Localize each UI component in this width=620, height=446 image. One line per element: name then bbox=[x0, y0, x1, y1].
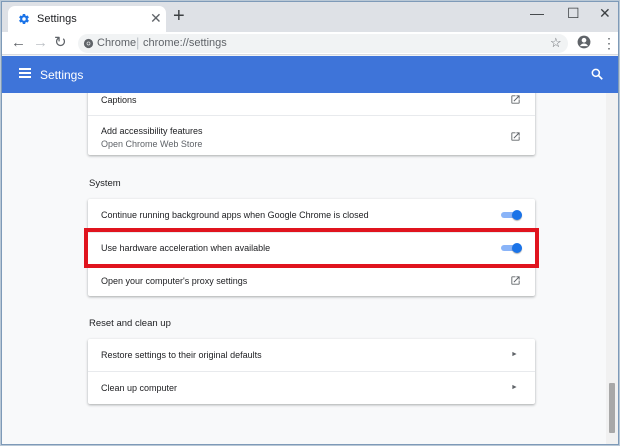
tab-settings[interactable]: Settings ✕ bbox=[8, 6, 166, 32]
bookmark-star-icon[interactable]: ☆ bbox=[550, 36, 562, 50]
new-tab-button[interactable]: + bbox=[173, 6, 185, 26]
omnibox-separator: | bbox=[136, 35, 140, 50]
browser-menu-icon[interactable]: ⋮ bbox=[602, 34, 616, 52]
settings-gear-icon bbox=[19, 14, 29, 25]
row-label: Add accessibility features bbox=[101, 126, 203, 136]
tab-close-icon[interactable]: ✕ bbox=[150, 10, 162, 26]
row-label: Captions bbox=[101, 95, 137, 105]
scrollbar-thumb[interactable] bbox=[609, 383, 615, 433]
back-button[interactable]: ← bbox=[11, 34, 26, 52]
profile-avatar-icon[interactable] bbox=[577, 35, 591, 49]
settings-row-add-accessibility[interactable]: Add accessibility features Open Chrome W… bbox=[88, 115, 535, 155]
settings-row-clean-up[interactable]: Clean up computer ► bbox=[88, 371, 535, 404]
browser-window: Settings ✕ + — ☐ ✕ ← → ↻ Chrome | chrome… bbox=[1, 1, 619, 445]
highlight-box bbox=[84, 228, 539, 268]
open-in-new-icon[interactable] bbox=[510, 275, 521, 286]
scrollbar[interactable] bbox=[606, 93, 618, 444]
page-title: Settings bbox=[40, 68, 84, 82]
maximize-button[interactable]: ☐ bbox=[567, 5, 580, 21]
row-label: Continue running background apps when Go… bbox=[101, 210, 369, 220]
chrome-icon bbox=[83, 38, 94, 49]
close-window-button[interactable]: ✕ bbox=[599, 5, 611, 21]
omnibox-site-label: Chrome bbox=[97, 37, 137, 49]
chevron-right-icon: ► bbox=[511, 351, 518, 358]
row-label: Open your computer's proxy settings bbox=[101, 276, 248, 286]
chevron-right-icon: ► bbox=[511, 384, 518, 391]
background-apps-toggle[interactable] bbox=[501, 210, 522, 220]
forward-button[interactable]: → bbox=[33, 34, 48, 52]
settings-row-captions[interactable]: Captions bbox=[88, 93, 535, 115]
omnibox-url[interactable]: chrome://settings bbox=[143, 37, 227, 49]
open-in-new-icon[interactable] bbox=[510, 131, 521, 142]
open-in-new-icon[interactable] bbox=[510, 94, 521, 105]
minimize-button[interactable]: — bbox=[530, 5, 544, 21]
settings-header: Settings bbox=[2, 56, 618, 93]
section-title-reset: Reset and clean up bbox=[89, 318, 171, 329]
row-sublabel: Open Chrome Web Store bbox=[101, 139, 203, 149]
address-bar[interactable]: Chrome | chrome://settings bbox=[78, 34, 568, 53]
hamburger-menu-icon[interactable] bbox=[19, 68, 31, 78]
section-title-system: System bbox=[89, 178, 121, 189]
settings-content: Captions Add accessibility features Open… bbox=[2, 93, 606, 444]
browser-toolbar: ← → ↻ Chrome | chrome://settings ☆ ⋮ bbox=[2, 32, 618, 55]
search-icon[interactable] bbox=[590, 67, 604, 81]
tab-title: Settings bbox=[37, 13, 77, 25]
row-label: Clean up computer bbox=[101, 383, 178, 393]
toggle-knob bbox=[512, 210, 522, 220]
accessibility-card: Captions Add accessibility features Open… bbox=[88, 93, 535, 155]
settings-row-restore-defaults[interactable]: Restore settings to their original defau… bbox=[88, 339, 535, 371]
settings-row-proxy[interactable]: Open your computer's proxy settings bbox=[88, 264, 535, 296]
reset-card: Restore settings to their original defau… bbox=[88, 339, 535, 404]
reload-button[interactable]: ↻ bbox=[54, 34, 67, 52]
tab-strip: Settings ✕ + — ☐ ✕ bbox=[2, 2, 618, 32]
row-label: Restore settings to their original defau… bbox=[101, 350, 262, 360]
